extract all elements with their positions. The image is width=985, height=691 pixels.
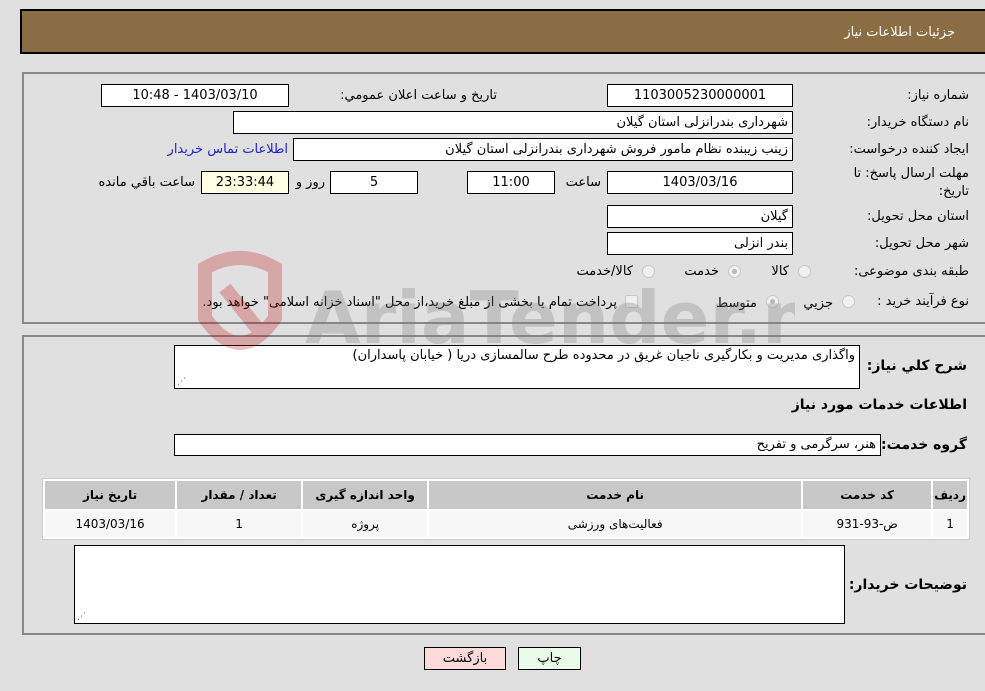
service-group-field: هنر، سرگرمی و تفریح — [174, 434, 881, 456]
service-details-panel: شرح كلي نياز: واگذاری مدیریت و بکارگیری … — [22, 335, 985, 635]
days-remaining-field: 5 — [330, 171, 418, 194]
province-label: استان محل تحویل: — [867, 209, 969, 224]
col-header-quantity: تعداد / مقدار — [177, 481, 302, 509]
buyer-contact-link[interactable]: اطلاعات تماس خریدار — [168, 142, 288, 157]
category-option-goods-service: کالا/خدمت — [576, 264, 633, 279]
services-heading: اطلاعات خدمات مورد نیاز — [791, 397, 967, 413]
table-row: 1 ض-93-931 فعالیت‌های ورزشی پروژه 1 1403… — [45, 511, 967, 537]
buyer-notes-textarea[interactable]: ⋰ — [74, 545, 845, 624]
remaining-time-field: 23:33:44 — [201, 171, 289, 194]
cell-service-code: ض-93-931 — [803, 511, 932, 537]
category-label: طبقه بندی موضوعی: — [853, 264, 969, 279]
deadline-label-line2: تاریخ: — [938, 184, 969, 199]
buyer-org-label: نام دستگاه خریدار: — [866, 115, 969, 130]
remaining-time-label: ساعت باقي مانده — [98, 175, 195, 190]
category-option-goods: کالا — [771, 264, 789, 279]
creator-field: زینب زیبنده نظام مامور فروش شهرداری بندر… — [293, 138, 793, 161]
table-header-row: ردیف کد خدمت نام خدمت واحد اندازه گیری ت… — [45, 481, 967, 509]
province-field: گیلان — [607, 205, 793, 228]
cell-need-date: 1403/03/16 — [45, 511, 176, 537]
announce-label: تاریخ و ساعت اعلان عمومي: — [340, 88, 497, 103]
category-radio-service[interactable] — [728, 265, 741, 278]
announce-field: 1403/03/10 - 10:48 — [101, 84, 289, 107]
col-header-unit: واحد اندازه گیری — [303, 481, 428, 509]
description-text: واگذاری مدیریت و بکارگیری ناجیان غریق در… — [352, 348, 855, 363]
buyer-notes-label: توضیحات خریدار: — [848, 577, 967, 593]
category-radio-goods[interactable] — [798, 265, 811, 278]
treasury-checkbox[interactable] — [625, 295, 638, 308]
print-button[interactable]: چاپ — [518, 647, 581, 670]
col-header-service-code: کد خدمت — [803, 481, 932, 509]
cell-row-number: 1 — [933, 511, 967, 537]
resize-grip-icon[interactable]: ⋰ — [77, 612, 86, 622]
back-button[interactable]: بازگشت — [424, 647, 506, 670]
process-option-minor: جزيي — [803, 296, 833, 311]
cell-unit: پروژه — [303, 511, 428, 537]
process-option-medium: متوسط — [716, 296, 757, 311]
deadline-date-field: 1403/03/16 — [607, 171, 793, 194]
need-info-panel: شماره نیاز: 1103005230000001 تاریخ و ساع… — [22, 72, 985, 324]
page-header: جزئیات اطلاعات نیاز — [20, 9, 985, 54]
process-radio-minor[interactable] — [842, 295, 855, 308]
deadline-label-line1: مهلت ارسال پاسخ: تا — [853, 166, 969, 181]
description-label: شرح كلي نياز: — [866, 358, 967, 374]
services-table: ردیف کد خدمت نام خدمت واحد اندازه گیری ت… — [42, 478, 970, 540]
cell-service-name: فعالیت‌های ورزشی — [429, 511, 802, 537]
col-header-service-name: نام خدمت — [429, 481, 802, 509]
cell-quantity: 1 — [177, 511, 302, 537]
service-group-label: گروه خدمت: — [881, 437, 967, 453]
category-option-service: خدمت — [684, 264, 719, 279]
treasury-note: پرداخت تمام یا بخشی از مبلغ خرید،از محل … — [202, 295, 617, 310]
description-textarea[interactable]: واگذاری مدیریت و بکارگیری ناجیان غریق در… — [174, 345, 860, 389]
need-number-field: 1103005230000001 — [607, 84, 793, 107]
deadline-time-field: 11:00 — [467, 171, 555, 194]
city-label: شهر محل تحویل: — [874, 236, 969, 251]
process-radio-medium[interactable] — [766, 295, 779, 308]
city-field: بندر انزلی — [607, 232, 793, 255]
col-header-row-number: ردیف — [933, 481, 967, 509]
category-radio-goods-service[interactable] — [642, 265, 655, 278]
buyer-org-field: شهرداری بندرانزلی استان گیلان — [233, 111, 793, 134]
time-label: ساعت — [565, 175, 601, 190]
creator-label: ایجاد کننده درخواست: — [849, 142, 969, 157]
resize-grip-icon[interactable]: ⋰ — [177, 377, 186, 387]
col-header-need-date: تاریخ نیاز — [45, 481, 176, 509]
page-title: جزئیات اطلاعات نیاز — [844, 25, 955, 40]
days-label: روز و — [295, 175, 325, 190]
process-label: نوع فرآیند خرید : — [877, 294, 969, 309]
need-number-label: شماره نیاز: — [907, 88, 969, 103]
